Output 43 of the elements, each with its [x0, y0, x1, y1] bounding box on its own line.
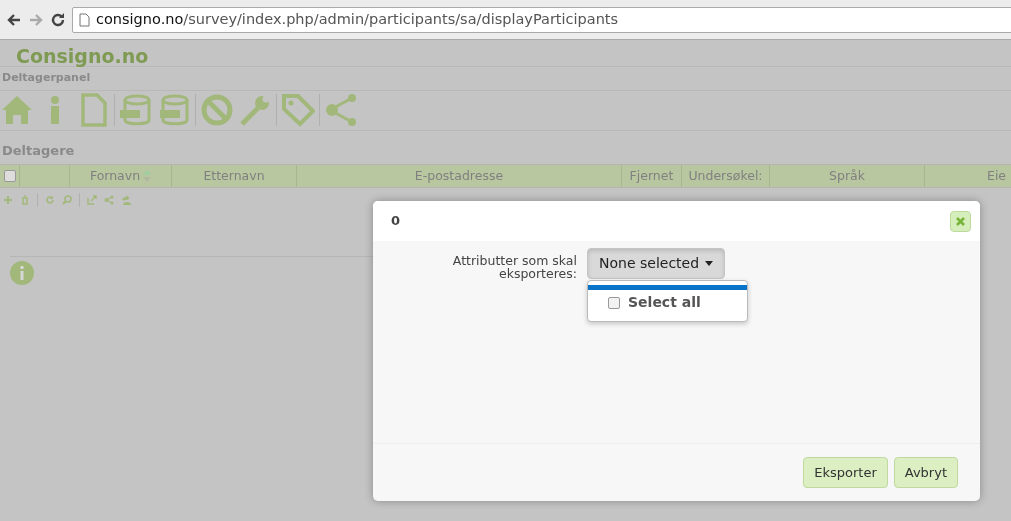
option-label: Select all	[628, 293, 701, 312]
home-icon[interactable]	[0, 93, 34, 127]
column-header[interactable]: Språk	[829, 166, 865, 186]
add-icon[interactable]	[3, 195, 13, 205]
block-icon[interactable]	[200, 93, 234, 127]
url-text: consigno.no/survey/index.php/admin/participants/sa/displayParticipants	[96, 9, 619, 29]
reload-icon[interactable]	[50, 11, 66, 28]
checkbox[interactable]	[608, 296, 620, 309]
select-all-checkbox[interactable]	[3, 170, 16, 182]
tag-icon[interactable]	[281, 93, 315, 127]
column-header[interactable]: E-postadresse	[414, 166, 504, 186]
column-header[interactable]: Etternavn	[203, 166, 265, 186]
info-icon	[10, 261, 34, 285]
share-icon[interactable]	[324, 93, 358, 127]
close-icon	[955, 215, 966, 227]
section-title: Deltagere	[1, 141, 76, 160]
export-button[interactable]: Eksporter	[803, 456, 888, 489]
close-button[interactable]	[950, 210, 971, 232]
search-icon[interactable]	[62, 195, 72, 205]
trash-icon[interactable]	[20, 195, 30, 205]
field-label: Attributter som skal eksporteres:	[451, 252, 577, 281]
dropdown-button[interactable]: None selected	[587, 248, 726, 279]
menu-option[interactable]: Select all	[588, 285, 747, 315]
panel-title: Deltagerpanel	[0, 67, 1011, 91]
address-bar[interactable]: consigno.no/survey/index.php/admin/participants/sa/displayParticipants	[72, 6, 1011, 33]
refresh-icon[interactable]	[45, 195, 55, 205]
column-header[interactable]: Fornavn	[89, 166, 141, 186]
share-icon[interactable]	[104, 195, 114, 205]
dialog-title: 0	[391, 212, 401, 231]
back-icon[interactable]	[6, 11, 22, 28]
column-header[interactable]: Fjernet	[629, 166, 674, 186]
site-title: Consigno.no	[0, 40, 1011, 67]
column-header[interactable]: Eie	[987, 166, 1007, 186]
cancel-button[interactable]: Avbryt	[893, 456, 958, 489]
wrench-icon[interactable]	[238, 93, 272, 127]
external-link-icon[interactable]	[87, 195, 97, 205]
column-header[interactable]: Undersøkel:	[688, 166, 763, 186]
forward-icon[interactable]	[28, 11, 44, 28]
page-icon	[79, 12, 90, 27]
database-icon[interactable]	[157, 93, 191, 127]
caret-icon	[705, 261, 714, 266]
users-icon[interactable]	[121, 195, 131, 205]
database-icon[interactable]	[119, 93, 153, 127]
